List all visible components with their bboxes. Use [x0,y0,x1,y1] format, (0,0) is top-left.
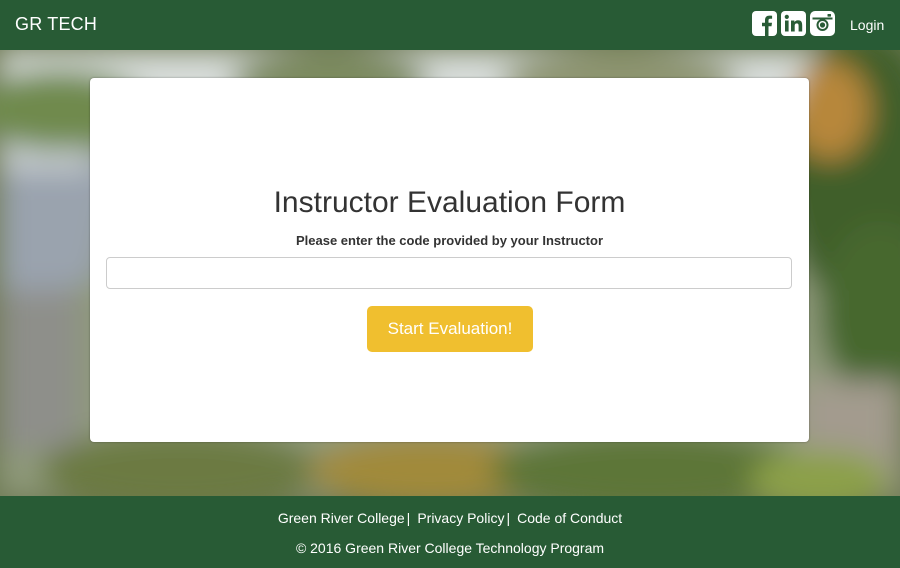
login-link[interactable]: Login [850,17,884,33]
form-title: Instructor Evaluation Form [273,186,626,219]
social-links [752,11,835,36]
copyright-text: © 2016 Green River College Technology Pr… [295,540,605,556]
facebook-icon[interactable] [752,11,777,36]
evaluation-form-card: Instructor Evaluation Form Please enter … [90,78,809,442]
brand-link[interactable]: GR TECH [15,14,97,35]
top-navbar: GR TECH Login [0,0,900,50]
footer-links: Green River College | Privacy Policy | Code … [0,510,900,526]
hero-background: Instructor Evaluation Form Please enter … [0,50,900,496]
instagram-icon[interactable] [810,11,835,36]
evaluation-code-input[interactable] [106,257,792,289]
start-evaluation-button[interactable]: Start Evaluation! [367,306,533,352]
code-instructions: Please enter the code provided by your I… [295,233,604,248]
footer-separator: | [506,510,511,526]
footer-separator: | [406,510,411,526]
footer-link-privacy[interactable]: Privacy Policy [417,510,504,526]
footer-link-college[interactable]: Green River College [278,510,405,526]
footer-link-conduct[interactable]: Code of Conduct [517,510,622,526]
linkedin-icon[interactable] [781,11,806,36]
footer: Green River College | Privacy Policy | Code … [0,496,900,568]
